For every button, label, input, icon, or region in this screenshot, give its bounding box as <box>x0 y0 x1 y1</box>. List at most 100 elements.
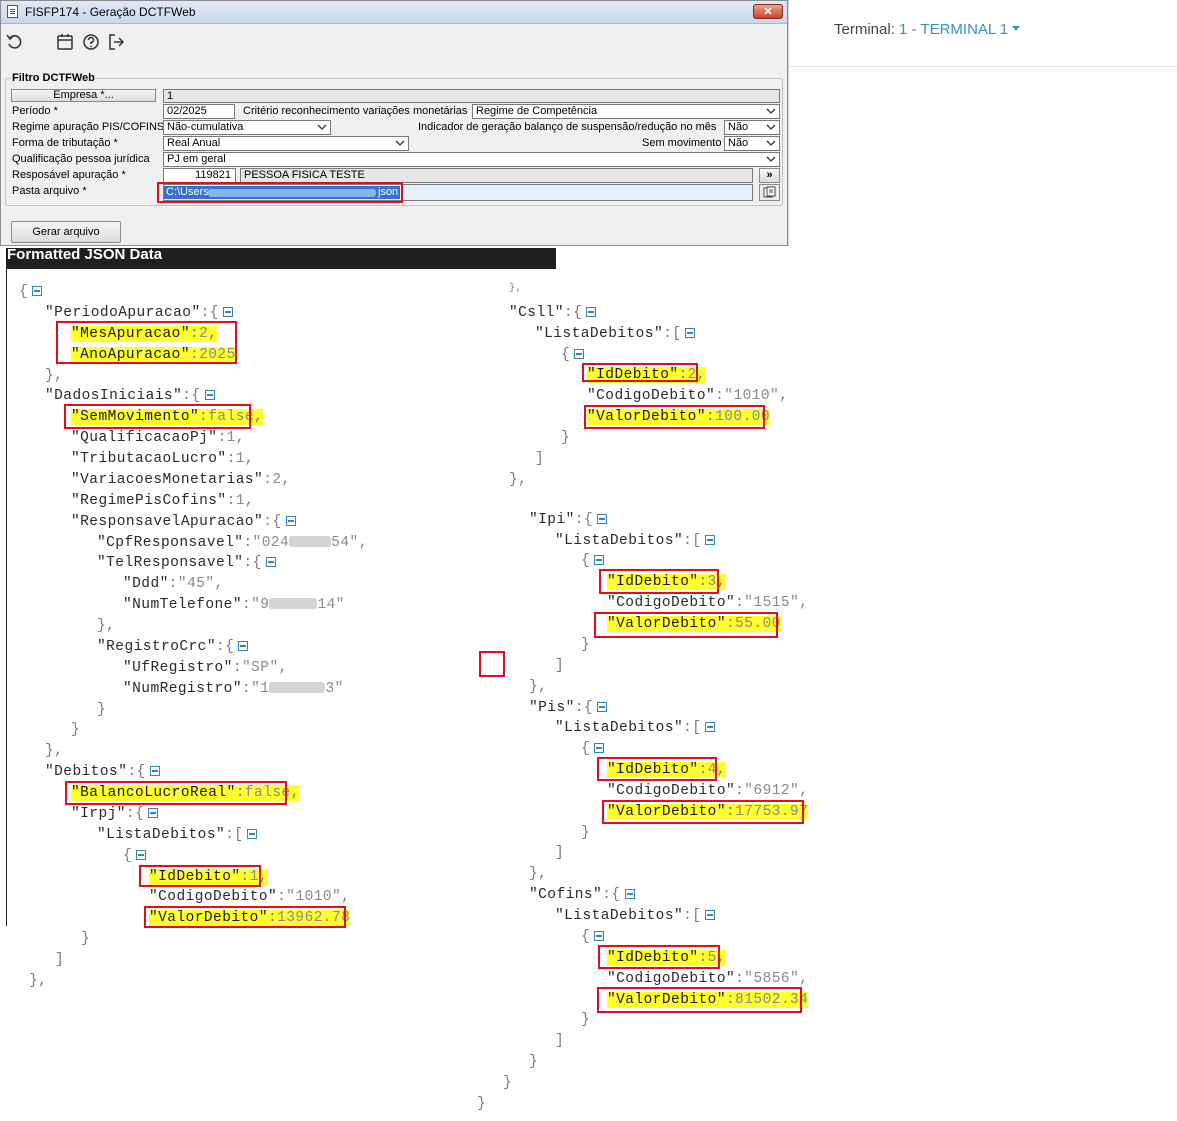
close-button[interactable]: ✕ <box>753 4 783 19</box>
collapse-icon[interactable] <box>594 555 605 565</box>
json-line: } <box>561 430 571 446</box>
collapse-icon[interactable] <box>597 702 608 712</box>
sem-movimento-select[interactable]: Não <box>724 136 780 151</box>
json-value: 1010 <box>733 388 771 404</box>
json-panel-title: Formatted JSON Data <box>7 246 163 263</box>
responsavel-lookup-button[interactable]: » <box>759 168 780 183</box>
json-line: ] <box>535 451 545 467</box>
collapse-icon[interactable] <box>624 889 635 899</box>
json-line: "DadosIniciais":{ <box>45 388 215 404</box>
annotation-box <box>479 651 505 677</box>
collapse-icon[interactable] <box>594 743 605 753</box>
gerar-arquivo-button[interactable]: Gerar arquivo <box>11 221 121 243</box>
json-line: "ListaDebitos":[ <box>555 908 716 924</box>
exit-icon[interactable] <box>106 32 126 52</box>
json-line: "TributacaoLucro":1, <box>71 451 255 467</box>
refresh-icon[interactable] <box>5 32 25 52</box>
collapse-icon[interactable] <box>149 766 160 776</box>
collapse-icon[interactable] <box>594 931 605 941</box>
collapse-icon[interactable] <box>32 286 43 296</box>
json-line: { <box>581 929 605 945</box>
collapse-icon[interactable] <box>265 557 276 567</box>
json-line: } <box>81 931 91 947</box>
json-value: 9 <box>260 597 270 613</box>
redacted-text <box>269 682 326 693</box>
folder-browse-icon[interactable] <box>759 184 780 201</box>
chevron-down-icon <box>395 140 405 146</box>
json-line: }, <box>45 743 64 759</box>
divider <box>788 0 789 246</box>
divider <box>789 66 1177 67</box>
empresa-field[interactable]: 1 <box>163 89 780 103</box>
terminal-status: Terminal: 1 - TERMINAL 1 <box>834 21 1021 38</box>
collapse-icon[interactable] <box>148 808 159 818</box>
calendar-icon[interactable] <box>55 32 75 52</box>
json-line: } <box>71 722 81 738</box>
periodo-label: Período * <box>12 105 58 117</box>
qualificacao-select[interactable]: PJ em geral <box>163 152 780 167</box>
collapse-icon[interactable] <box>247 829 258 839</box>
collapse-icon[interactable] <box>705 722 716 732</box>
regime-label: Regime apuração PIS/COFINS <box>12 121 165 133</box>
json-key: DadosIniciais <box>54 388 174 404</box>
forma-label: Forma de tributação * <box>12 137 118 149</box>
sem-movimento-label: Sem movimento <box>642 137 722 149</box>
redacted-text <box>289 536 332 547</box>
chevron-down-icon <box>766 140 776 146</box>
help-icon[interactable] <box>81 32 101 52</box>
json-line: "ResponsavelApuracao":{ <box>71 514 296 530</box>
collapse-icon[interactable] <box>574 349 585 359</box>
collapse-icon[interactable] <box>597 514 608 524</box>
forma-select[interactable]: Real Anual <box>163 136 409 151</box>
indicador-select[interactable]: Não <box>724 120 780 135</box>
json-line: }, <box>529 866 548 882</box>
json-line: }, <box>509 472 528 488</box>
json-line: "PeriodoApuracao":{ <box>45 305 233 321</box>
criterio-value: Regime de Competência <box>476 105 598 117</box>
collapse-icon[interactable] <box>705 535 716 545</box>
terminal-label: Terminal: <box>834 21 900 38</box>
annotation-box <box>65 781 287 805</box>
terminal-value: 1 - TERMINAL 1 <box>899 21 1009 38</box>
annotation-box <box>582 363 698 382</box>
annotation-box <box>594 612 778 638</box>
collapse-icon[interactable] <box>204 390 215 400</box>
json-value: 5856 <box>753 971 791 987</box>
json-line: { <box>19 284 43 300</box>
criterio-select[interactable]: Regime de Competência <box>472 104 780 119</box>
json-value: 2 <box>272 472 282 488</box>
json-line: }, <box>29 973 48 989</box>
regime-select[interactable]: Não-cumulativa <box>163 120 331 135</box>
collapse-icon[interactable] <box>238 641 249 651</box>
collapse-icon[interactable] <box>586 307 597 317</box>
json-line: "ListaDebitos":[ <box>97 827 258 843</box>
redacted-text <box>269 598 318 609</box>
collapse-icon[interactable] <box>222 307 233 317</box>
collapse-icon[interactable] <box>136 850 147 860</box>
json-line: "CodigoDebito":"6912", <box>607 783 809 799</box>
annotation-box <box>64 404 251 429</box>
json-value: 1515 <box>753 595 791 611</box>
annotation-box <box>139 865 261 887</box>
json-value: 6912 <box>753 783 791 799</box>
annotation-box <box>56 321 237 364</box>
responsavel-code-field[interactable]: 119821 <box>163 168 236 183</box>
empresa-button[interactable]: Empresa *... <box>11 89 156 102</box>
annotation-box <box>597 987 802 1013</box>
collapse-icon[interactable] <box>705 910 716 920</box>
json-line: "RegimePisCofins":1, <box>71 493 255 509</box>
json-value: 1 <box>226 430 236 446</box>
periodo-field[interactable]: 02/2025 <box>163 104 235 119</box>
json-line: } <box>503 1075 513 1091</box>
terminal-selector[interactable]: 1 - TERMINAL 1 <box>899 21 1021 38</box>
json-line: "Ddd":"45", <box>123 576 224 592</box>
json-line: "UfRegistro":"SP", <box>123 660 288 676</box>
json-line: }, <box>509 283 522 294</box>
collapse-icon[interactable] <box>685 328 696 338</box>
responsavel-name-field: PESSOA FISICA TESTE <box>240 168 753 183</box>
annotation-box <box>144 906 346 928</box>
regime-value: Não-cumulativa <box>167 121 244 133</box>
collapse-icon[interactable] <box>285 516 296 526</box>
json-line: "NumRegistro":"1 3" <box>123 681 344 697</box>
json-line: "NumTelefone":"9 14" <box>123 597 345 613</box>
